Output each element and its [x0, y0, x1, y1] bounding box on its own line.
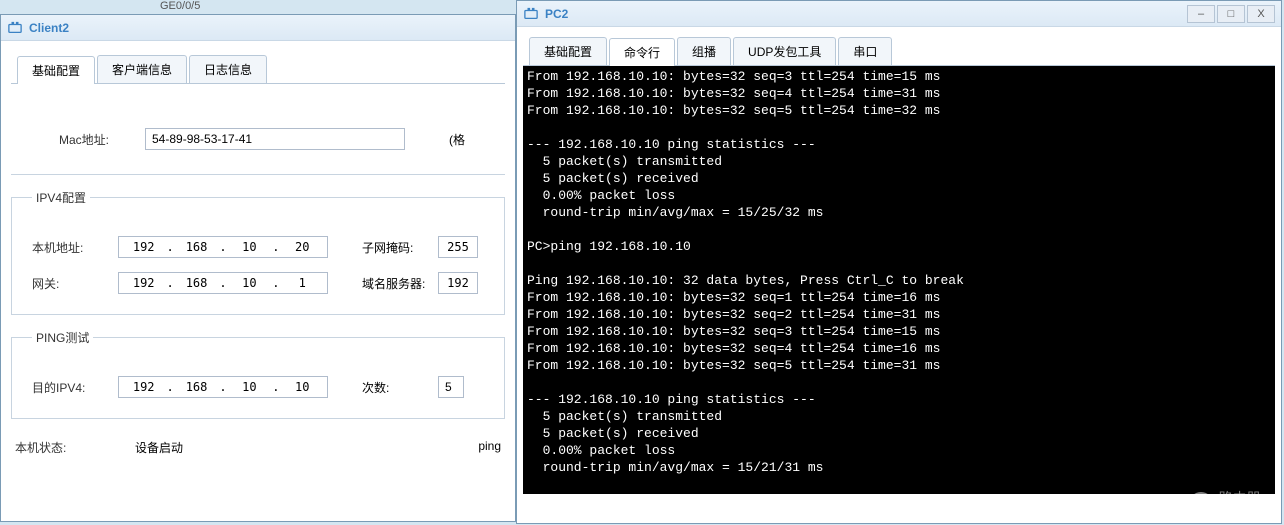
- tab-basic-config[interactable]: 基础配置: [529, 37, 607, 65]
- pc2-tabs: 基础配置 命令行 组播 UDP发包工具 串口: [523, 31, 1275, 66]
- window-client2: Client2 基础配置 客户端信息 日志信息 Mac地址: (格 IPV4配置…: [0, 14, 516, 522]
- tab-serial[interactable]: 串口: [838, 37, 892, 65]
- tab-multicast[interactable]: 组播: [677, 37, 731, 65]
- mask-label: 子网掩码:: [362, 239, 438, 256]
- mask-input[interactable]: 255: [438, 236, 478, 258]
- maximize-button[interactable]: □: [1217, 5, 1245, 23]
- dns-label: 域名服务器:: [362, 275, 438, 292]
- times-input[interactable]: [438, 376, 464, 398]
- ipv4-config-group: IPV4配置 本机地址: 192. 168. 10. 20 子网掩码: 255 …: [11, 189, 505, 315]
- tab-basic-config[interactable]: 基础配置: [17, 56, 95, 84]
- local-addr-input[interactable]: 192. 168. 10. 20: [118, 236, 328, 258]
- ping-legend: PING测试: [32, 329, 93, 346]
- target-label: 目的IPV4:: [32, 379, 118, 396]
- ping-test-group: PING测试 目的IPV4: 192. 168. 10. 10 次数:: [11, 329, 505, 419]
- gateway-label: 网关:: [32, 275, 118, 292]
- ipv4-legend: IPV4配置: [32, 189, 90, 206]
- status-row: 本机状态: 设备启动 ping: [11, 439, 505, 456]
- tab-udp-tool[interactable]: UDP发包工具: [733, 37, 836, 65]
- mac-input[interactable]: [145, 128, 405, 150]
- minimize-button[interactable]: –: [1187, 5, 1215, 23]
- topology-label: GE0/0/5: [160, 0, 200, 12]
- tab-log-info[interactable]: 日志信息: [189, 55, 267, 83]
- target-input[interactable]: 192. 168. 10. 10: [118, 376, 328, 398]
- mac-label: Mac地址:: [59, 131, 145, 148]
- local-addr-label: 本机地址:: [32, 239, 118, 256]
- window-pc2: PC2 – □ X 基础配置 命令行 组播 UDP发包工具 串口 From 19…: [516, 0, 1282, 524]
- dns-input[interactable]: 192: [438, 272, 478, 294]
- status-label: 本机状态:: [15, 439, 135, 456]
- titlebar-pc2: PC2 – □ X: [517, 1, 1281, 27]
- terminal-output[interactable]: From 192.168.10.10: bytes=32 seq=3 ttl=2…: [523, 66, 1275, 494]
- ping-text: ping: [478, 439, 501, 456]
- window-title: PC2: [545, 7, 568, 21]
- gateway-input[interactable]: 192. 168. 10. 1: [118, 272, 328, 294]
- app-icon: [523, 6, 539, 22]
- app-icon: [7, 20, 23, 36]
- window-title: Client2: [29, 21, 69, 35]
- close-button[interactable]: X: [1247, 5, 1275, 23]
- status-value: 设备启动: [135, 439, 183, 456]
- format-hint: (格: [449, 131, 465, 148]
- times-label: 次数:: [362, 379, 438, 396]
- tab-command-line[interactable]: 命令行: [609, 38, 675, 66]
- tab-client-info[interactable]: 客户端信息: [97, 55, 187, 83]
- client2-tabs: 基础配置 客户端信息 日志信息: [11, 49, 505, 84]
- titlebar-client2: Client2: [1, 15, 515, 41]
